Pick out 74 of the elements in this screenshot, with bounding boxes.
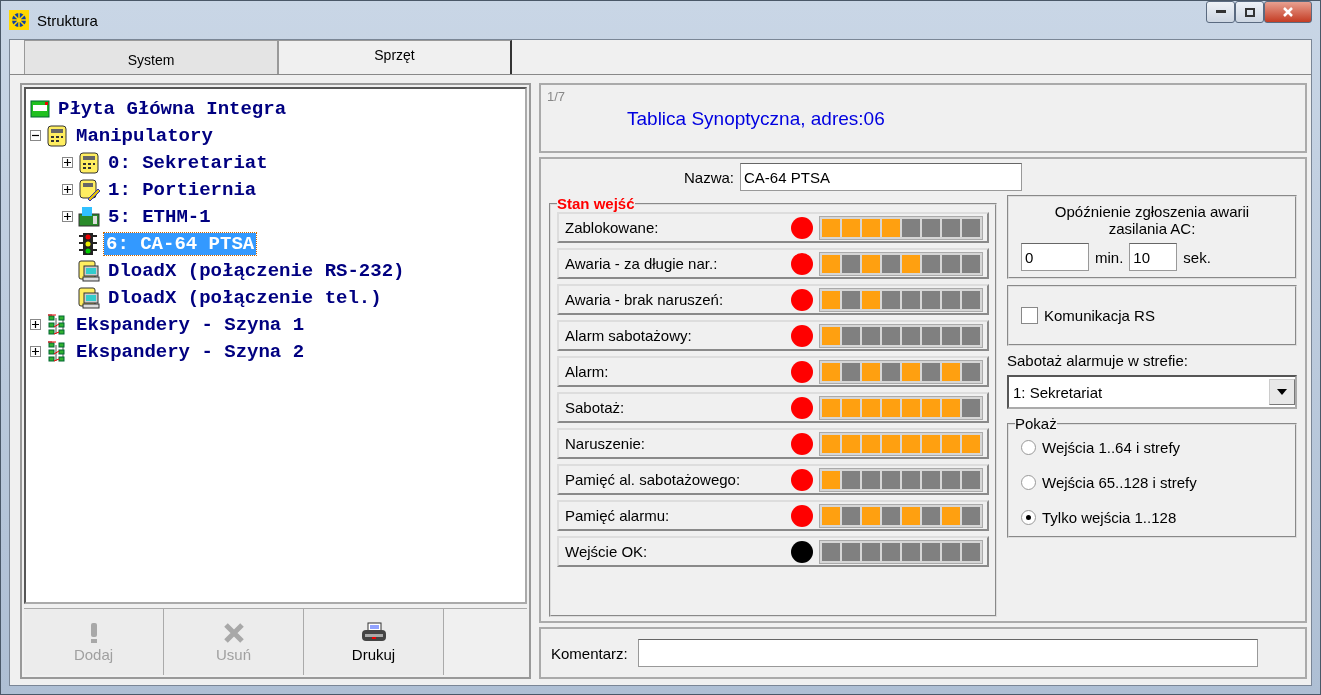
status-label: Zablokowane: xyxy=(565,219,660,236)
comment-label: Komentarz: xyxy=(551,644,628,662)
name-field[interactable]: CA-64 PTSA xyxy=(740,163,1023,191)
tree-item[interactable]: Ekspandery - Szyna 1 xyxy=(74,313,307,336)
close-icon xyxy=(1282,6,1294,18)
tab[interactable]: Sprzęt xyxy=(278,40,512,74)
cross-icon xyxy=(222,621,245,644)
exclamation-icon xyxy=(89,621,98,644)
expand-icon[interactable] xyxy=(62,184,73,195)
radio-label: Tylko wejścia 1..128 xyxy=(1042,508,1177,526)
window-title: Struktura xyxy=(37,11,98,29)
radio-button[interactable] xyxy=(1021,474,1036,490)
tree-item[interactable]: DloadX (połączenie tel.) xyxy=(106,286,384,309)
computer-icon xyxy=(78,259,100,282)
radio-label: Wejścia 1..64 i strefy xyxy=(1042,438,1181,456)
zone-label: Sabotaż alarmuje w strefie: xyxy=(1007,352,1189,369)
keypad-icon xyxy=(78,151,100,174)
status-label: Alarm: xyxy=(565,363,610,380)
close-button[interactable] xyxy=(1264,1,1312,23)
minimize-icon xyxy=(1215,10,1226,14)
checkbox-label: Komunikacja RS xyxy=(1044,307,1155,324)
expander-bus-icon xyxy=(46,312,68,337)
maximize-icon xyxy=(1244,7,1255,17)
tree-item[interactable]: DloadX (połączenie RS-232) xyxy=(106,259,407,282)
seconds-field[interactable]: 10 xyxy=(1129,243,1178,271)
circuit-board-icon xyxy=(30,98,50,119)
tree-item[interactable]: Ekspandery - Szyna 2 xyxy=(74,340,307,363)
seconds-unit: sek. xyxy=(1183,248,1211,266)
dropdown-arrow-icon xyxy=(1277,389,1287,395)
minutes-unit: min. xyxy=(1095,248,1124,266)
tree-item[interactable]: Płyta Główna Integra xyxy=(56,97,289,120)
maximize-button[interactable] xyxy=(1235,1,1264,23)
expand-icon[interactable] xyxy=(30,319,41,330)
radio-label: Wejścia 65..128 i strefy xyxy=(1042,473,1197,491)
delay-title: Opóźnienie zgłoszenia awarii zasilania AC: xyxy=(1053,203,1251,237)
toolbar-button[interactable]: Drukuj xyxy=(304,609,444,675)
app-logo-icon xyxy=(9,10,29,30)
expand-icon[interactable] xyxy=(62,211,73,222)
name-label: Nazwa: xyxy=(684,168,735,186)
group-title: Pokaż xyxy=(1015,415,1057,432)
collapse-icon[interactable] xyxy=(30,130,41,141)
status-label: Naruszenie: xyxy=(565,435,647,452)
network-module-icon xyxy=(78,205,100,228)
tree-item[interactable]: 1: Portiernia xyxy=(106,178,259,201)
radio-dot-icon xyxy=(1026,514,1031,520)
status-label: Wejście OK: xyxy=(565,543,649,560)
keypad-icon xyxy=(78,178,100,201)
minimize-button[interactable] xyxy=(1206,1,1235,23)
expand-icon[interactable] xyxy=(62,157,73,168)
status-label: Alarm sabotażowy: xyxy=(565,327,693,344)
status-label: Pamięć al. sabotażowego: xyxy=(565,471,742,488)
tree-item[interactable]: 0: Sekretariat xyxy=(106,151,270,174)
tree-item[interactable]: 5: ETHM-1 xyxy=(106,205,213,228)
traffic-light-icon xyxy=(78,231,98,256)
group-title: Stan wejść xyxy=(557,195,635,212)
radio-button[interactable] xyxy=(1021,509,1036,525)
status-label: Sabotaż: xyxy=(565,399,626,416)
computer-icon xyxy=(78,286,100,309)
status-label: Awaria - za długie nar.: xyxy=(565,255,719,272)
expand-icon[interactable] xyxy=(30,346,41,357)
tree-item[interactable]: Manipulatory xyxy=(74,124,215,147)
status-label: Awaria - brak naruszeń: xyxy=(565,291,725,308)
minutes-field[interactable]: 0 xyxy=(1021,243,1089,271)
expander-bus-icon xyxy=(46,339,68,364)
module-title: Tablica Synoptyczna, adres:06 xyxy=(627,108,886,130)
tab[interactable]: System xyxy=(24,40,278,74)
status-label: Pamięć alarmu: xyxy=(565,507,671,524)
comment-field[interactable] xyxy=(637,639,1258,667)
page-counter: 1/7 xyxy=(547,89,567,104)
radio-button[interactable] xyxy=(1021,439,1036,455)
zone-dropdown[interactable]: 1: Sekretariat xyxy=(1007,375,1297,409)
keypad-icon xyxy=(46,124,68,147)
checkbox[interactable] xyxy=(1021,307,1038,324)
printer-icon xyxy=(359,621,388,644)
